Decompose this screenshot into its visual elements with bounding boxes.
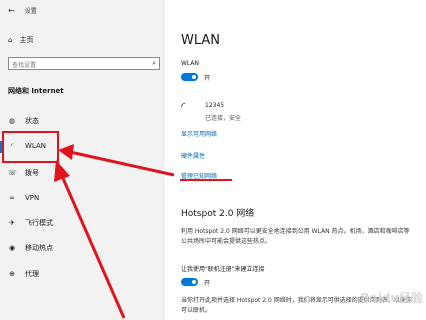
wifi-secure-icon: ◜: [181, 100, 186, 113]
sidebar-item-airplane[interactable]: ✈ 飞行模式: [8, 218, 53, 228]
sidebar-item-dialup[interactable]: ☏ 拨号: [8, 168, 39, 178]
sidebar-item-label: VPN: [25, 194, 40, 202]
home-label: 主页: [19, 36, 34, 44]
globe-icon: ◍: [8, 117, 16, 125]
annotation-highlight-box: [2, 131, 59, 163]
search-input[interactable]: 查找设置 ⌕: [8, 57, 160, 70]
phone-icon: ☏: [8, 169, 17, 177]
page-title: WLAN: [181, 33, 221, 48]
sidebar-item-label: 飞行模式: [25, 219, 53, 227]
wlan-toggle-state: 开: [204, 75, 211, 82]
wlan-toggle[interactable]: [181, 73, 198, 81]
main-panel: WLAN WLAN 开 ◜ 12345 已连接，安全 显示可用网络 硬件属性 管…: [165, 0, 426, 320]
vpn-icon: ∞: [9, 194, 15, 202]
section-heading: 网络和 Internet: [8, 87, 64, 95]
window-title-bar: ← 设置: [8, 6, 37, 15]
globe-icon: ⊕: [9, 270, 15, 278]
sidebar-item-status[interactable]: ◍ 状态: [8, 116, 39, 126]
sidebar-home[interactable]: ⌂ 主页: [8, 35, 33, 45]
watermark: Baidu经验: [360, 291, 424, 305]
sidebar-item-label: 拨号: [25, 169, 39, 177]
sidebar-item-vpn[interactable]: ∞ VPN: [8, 194, 39, 202]
wlan-toggle-label: WLAN: [181, 60, 200, 67]
sidebar-item-hotspot[interactable]: ◉ 移动热点: [8, 243, 53, 253]
manage-known-networks-link[interactable]: 管理已知网络: [181, 171, 217, 180]
network-name[interactable]: 12345: [205, 102, 224, 109]
sidebar-item-label: 代理: [25, 270, 39, 278]
hotspot-heading: Hotspot 2.0 网络: [181, 209, 255, 219]
window-title: 设置: [24, 8, 37, 15]
sidebar: ← 设置 ⌂ 主页 查找设置 ⌕ 网络和 Internet ◍ 状态 ◜ WLA…: [0, 0, 165, 320]
show-available-networks-link[interactable]: 显示可用网络: [181, 129, 217, 138]
sidebar-item-label: 状态: [25, 117, 39, 125]
hardware-properties-link[interactable]: 硬件属性: [181, 151, 205, 160]
online-signup-toggle[interactable]: [181, 278, 198, 286]
hotspot-description: 利用 Hotspot 2.0 网络可以更安全地连接到公用 WLAN 热点。机场、…: [181, 228, 410, 245]
airplane-icon: ✈: [9, 219, 15, 227]
home-icon: ⌂: [8, 36, 13, 44]
online-signup-state: 开: [204, 280, 211, 287]
network-status: 已连接，安全: [205, 115, 242, 122]
back-arrow-icon[interactable]: ←: [8, 6, 15, 15]
search-placeholder: 查找设置: [12, 62, 37, 69]
sidebar-item-label: 移动热点: [25, 244, 53, 252]
hotspot-icon: ◉: [8, 244, 16, 252]
online-signup-label: 让我使用"联机注册"来建立连接: [181, 266, 265, 273]
sidebar-item-proxy[interactable]: ⊕ 代理: [8, 269, 39, 279]
search-icon[interactable]: ⌕: [152, 59, 156, 68]
